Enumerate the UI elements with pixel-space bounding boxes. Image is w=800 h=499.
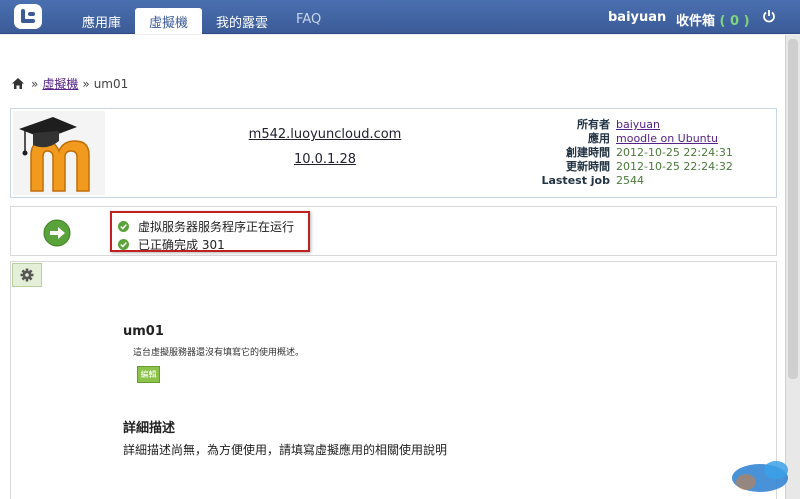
- check-icon: [118, 239, 129, 250]
- settings-button[interactable]: [12, 263, 42, 287]
- go-arrow-icon[interactable]: [43, 219, 71, 247]
- inbox-label: 收件箱: [676, 14, 716, 29]
- meta-key: 應用: [588, 132, 610, 145]
- tab-my-cloud[interactable]: 我的露雲: [202, 8, 282, 34]
- status-highlight-box: 虚拟服务器服务程序正在运行 已正确完成 301: [110, 211, 310, 252]
- page-content: » 虛擬機 » um01 m542.luoyuncloud.com 10.0.1…: [0, 35, 785, 499]
- vm-status-card: 虚拟服务器服务程序正在运行 已正确完成 301: [10, 206, 777, 256]
- meta-value: 2012-10-25 22:24:32: [616, 160, 733, 173]
- meta-value: 2012-10-25 22:24:31: [616, 146, 733, 159]
- watermark-logo-icon: [732, 461, 788, 492]
- breadcrumb-vm-link[interactable]: 虛擬機: [42, 75, 78, 92]
- vm-hostname-link[interactable]: m542.luoyuncloud.com: [241, 127, 409, 142]
- gear-icon: [20, 268, 34, 282]
- vm-detail-card: um01 這台虛擬服務器還沒有填寫它的使用概述。 編輯 詳細描述 詳細描述尚無，…: [10, 261, 777, 499]
- meta-row-app: 應用 moodle on Ubuntu: [531, 132, 733, 146]
- meta-owner-link[interactable]: baiyuan: [616, 118, 660, 132]
- app-logo-icon[interactable]: [14, 4, 42, 29]
- meta-row-job: Lastest job 2544: [531, 174, 733, 188]
- detail-description-text: 詳細描述尚無，為方便使用，請填寫虛擬應用的相關使用說明: [123, 443, 448, 457]
- breadcrumb-separator: »: [31, 76, 39, 91]
- power-icon[interactable]: [762, 9, 776, 23]
- meta-key: 所有者: [577, 118, 610, 131]
- home-icon[interactable]: [12, 78, 24, 89]
- vm-summary-card: m542.luoyuncloud.com 10.0.1.28 所有者 baiyu…: [10, 108, 777, 198]
- vm-meta-table: 所有者 baiyuan 應用 moodle on Ubuntu 創建時間 201…: [531, 118, 733, 188]
- vertical-scrollbar[interactable]: [785, 35, 800, 499]
- meta-row-created: 創建時間 2012-10-25 22:24:31: [531, 146, 733, 160]
- moodle-logo-icon: [19, 117, 90, 192]
- user-name-link[interactable]: baiyuan: [608, 10, 666, 25]
- detail-description-heading: 詳細描述: [123, 421, 176, 436]
- main-nav: 應用庫 虛擬機 我的露雲 FAQ: [68, 8, 335, 34]
- tab-virtual-machines[interactable]: 虛擬機: [135, 8, 203, 34]
- breadcrumb-separator: »: [82, 76, 90, 91]
- meta-app-link[interactable]: moodle on Ubuntu: [616, 132, 718, 146]
- check-icon: [118, 221, 129, 232]
- app-thumbnail: [13, 111, 105, 195]
- meta-key: 創建時間: [566, 146, 610, 159]
- scrollbar-thumb[interactable]: [788, 39, 798, 379]
- inbox-count: ( 0 ): [719, 14, 750, 29]
- status-completed-text: 已正确完成 301: [138, 238, 225, 252]
- meta-value: 2544: [616, 174, 644, 187]
- meta-row-updated: 更新時間 2012-10-25 22:24:32: [531, 160, 733, 174]
- inbox-link[interactable]: 收件箱 ( 0 ): [676, 10, 750, 29]
- status-running: 虚拟服务器服务程序正在运行: [118, 218, 294, 235]
- vm-summary-text: 這台虛擬服務器還沒有填寫它的使用概述。: [133, 348, 305, 358]
- meta-key: 更新時間: [566, 160, 610, 173]
- tab-app-store[interactable]: 應用庫: [68, 8, 135, 34]
- edit-button[interactable]: 編輯: [137, 366, 160, 383]
- meta-key: Lastest job: [541, 174, 610, 187]
- vm-name-heading: um01: [123, 324, 164, 339]
- breadcrumb-current: um01: [93, 76, 129, 91]
- status-running-text: 虚拟服务器服务程序正在运行: [138, 220, 295, 234]
- tab-faq[interactable]: FAQ: [282, 8, 335, 34]
- top-nav-bar: 應用庫 虛擬機 我的露雲 FAQ baiyuan 收件箱 ( 0 ): [0, 0, 800, 34]
- breadcrumb: » 虛擬機 » um01: [12, 75, 128, 92]
- status-completed: 已正确完成 301: [118, 236, 225, 253]
- meta-row-owner: 所有者 baiyuan: [531, 118, 733, 132]
- vm-ip-link[interactable]: 10.0.1.28: [241, 152, 409, 167]
